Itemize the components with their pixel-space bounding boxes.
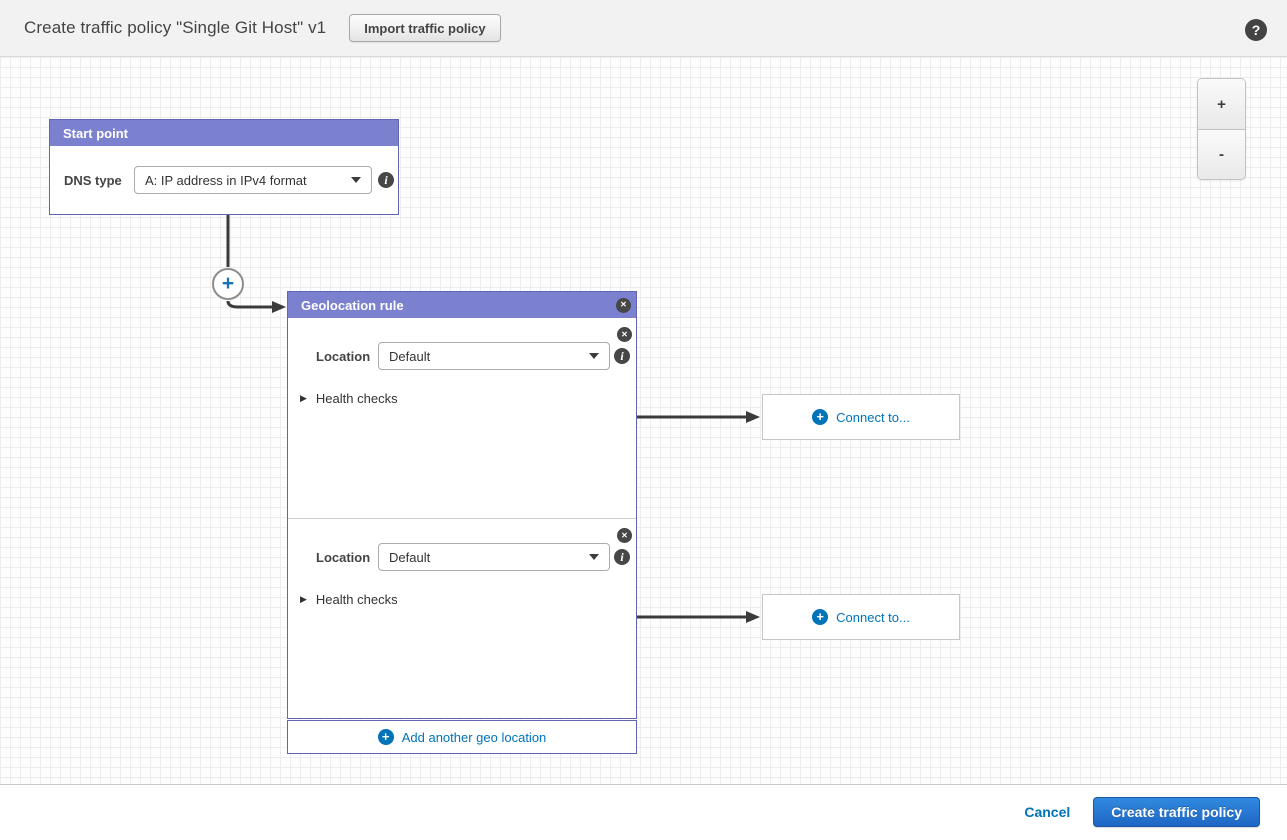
connect-to-button[interactable]: + Connect to...: [762, 394, 960, 440]
location-label: Location: [316, 349, 378, 364]
plus-icon: +: [812, 409, 828, 425]
close-rule-icon[interactable]: ✕: [616, 298, 631, 313]
plus-icon: +: [812, 609, 828, 625]
info-icon[interactable]: i: [614, 348, 630, 364]
zoom-out-button[interactable]: -: [1198, 129, 1245, 179]
location-row: Location Default i: [288, 318, 636, 370]
triangle-right-icon: ▶: [300, 393, 307, 404]
chevron-down-icon: [589, 554, 599, 560]
chevron-down-icon: [589, 353, 599, 359]
info-icon[interactable]: i: [614, 549, 630, 565]
import-traffic-policy-button[interactable]: Import traffic policy: [349, 14, 500, 42]
start-point-body: DNS type A: IP address in IPv4 format i: [50, 146, 398, 214]
connect-to-button[interactable]: + Connect to...: [762, 594, 960, 640]
dns-type-selected-value: A: IP address in IPv4 format: [145, 173, 343, 188]
start-point-title: Start point: [63, 126, 398, 141]
page-title: Create traffic policy "Single Git Host" …: [24, 18, 326, 38]
connect-to-label: Connect to...: [836, 410, 910, 425]
close-location-icon[interactable]: ✕: [617, 327, 632, 342]
close-location-icon[interactable]: ✕: [617, 528, 632, 543]
location-select[interactable]: Default: [378, 543, 610, 571]
location-select[interactable]: Default: [378, 342, 610, 370]
zoom-in-button[interactable]: +: [1198, 79, 1245, 129]
connect-to-label: Connect to...: [836, 610, 910, 625]
start-point-header: Start point: [50, 120, 398, 146]
plus-icon: +: [378, 729, 394, 745]
health-checks-label: Health checks: [316, 391, 398, 406]
chevron-down-icon: [351, 177, 361, 183]
geolocation-rule-header: Geolocation rule ✕: [288, 292, 636, 318]
cancel-button[interactable]: Cancel: [1024, 804, 1070, 820]
health-checks-label: Health checks: [316, 592, 398, 607]
help-icon[interactable]: ?: [1245, 19, 1267, 41]
dns-type-select[interactable]: A: IP address in IPv4 format: [134, 166, 372, 194]
geo-location-section: ✕ Location Default i ▶ Health checks: [288, 318, 636, 518]
start-point-box: Start point DNS type A: IP address in IP…: [49, 119, 399, 215]
footer-bar: Cancel Create traffic policy: [0, 785, 1287, 839]
policy-canvas: Start point DNS type A: IP address in IP…: [0, 57, 1287, 785]
location-selected-value: Default: [389, 550, 581, 565]
health-checks-toggle[interactable]: ▶ Health checks: [300, 391, 636, 406]
add-rule-connector[interactable]: +: [212, 268, 244, 300]
health-checks-toggle[interactable]: ▶ Health checks: [300, 592, 636, 607]
location-row: Location Default i: [288, 519, 636, 571]
location-selected-value: Default: [389, 349, 581, 364]
add-geo-location-button[interactable]: + Add another geo location: [287, 720, 637, 754]
create-traffic-policy-button[interactable]: Create traffic policy: [1093, 797, 1260, 827]
location-label: Location: [316, 550, 378, 565]
geolocation-rule-title: Geolocation rule: [301, 298, 616, 313]
geo-location-section: ✕ Location Default i ▶ Health checks: [288, 518, 636, 718]
info-icon[interactable]: i: [378, 172, 394, 188]
dns-type-label: DNS type: [64, 173, 134, 188]
triangle-right-icon: ▶: [300, 594, 307, 605]
topbar: Create traffic policy "Single Git Host" …: [0, 0, 1287, 57]
zoom-controls: + -: [1197, 78, 1246, 180]
add-geo-location-label: Add another geo location: [402, 730, 547, 745]
geolocation-rule-box: Geolocation rule ✕ ✕ Location Default i …: [287, 291, 637, 719]
